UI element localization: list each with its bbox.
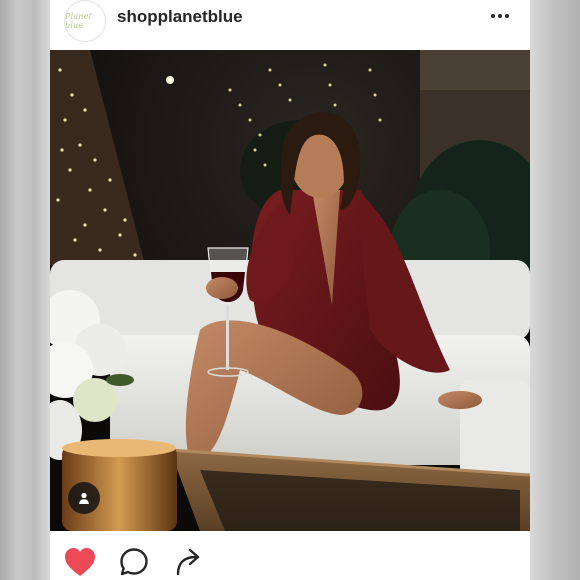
comment-bubble	[120, 548, 148, 576]
more-dot	[491, 14, 495, 18]
person-tag-icon[interactable]	[68, 482, 100, 514]
share-arrow-icon[interactable]	[172, 545, 206, 579]
share-arrow	[176, 548, 200, 576]
more-dot	[498, 14, 502, 18]
more-dot	[505, 14, 509, 18]
comment-bubble-icon[interactable]	[117, 545, 151, 579]
post-card: Planet blue shopplanetblue	[50, 0, 530, 580]
post-actions	[50, 531, 530, 580]
person-glyph	[79, 492, 89, 504]
avatar[interactable]: Planet blue	[64, 0, 106, 42]
like-heart	[65, 548, 95, 576]
avatar-logo-text: Planet blue	[65, 12, 93, 30]
post-photo[interactable]	[50, 50, 530, 531]
username[interactable]: shopplanetblue	[117, 7, 243, 27]
more-options-icon[interactable]	[488, 4, 512, 28]
post-header: Planet blue shopplanetblue	[50, 0, 530, 50]
heart-filled-icon[interactable]	[63, 545, 97, 579]
photo-illustration	[50, 50, 530, 531]
